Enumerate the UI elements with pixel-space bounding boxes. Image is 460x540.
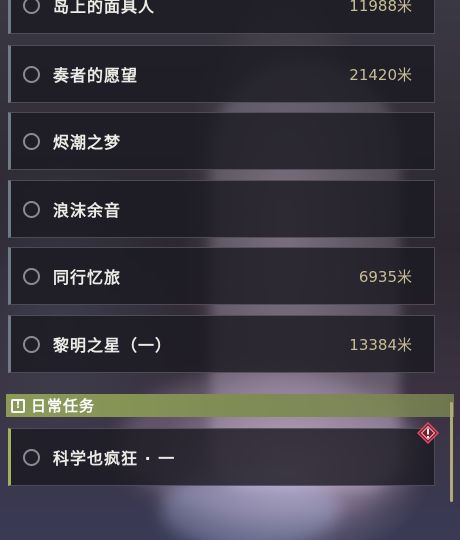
quest-radio[interactable]: [23, 448, 40, 466]
quest-radio[interactable]: [23, 0, 40, 14]
quest-distance: 21420米: [349, 65, 412, 84]
quest-radio[interactable]: [23, 132, 40, 150]
daily-quests-header[interactable]: ! 日常任务: [6, 394, 454, 417]
quest-name: 岛上的面具人: [53, 0, 156, 16]
quest-name: 奏者的愿望: [53, 66, 139, 85]
exclamation-icon: !: [11, 398, 25, 413]
quest-radio[interactable]: [23, 65, 40, 83]
quest-name: 浪沫余音: [53, 201, 122, 220]
quest-radio[interactable]: [23, 200, 40, 218]
quest-radio[interactable]: [23, 335, 40, 353]
quest-name: 科学也疯狂 · 一: [53, 449, 176, 468]
quest-distance: 13384米: [349, 335, 412, 354]
quest-distance: 11988米: [349, 0, 412, 15]
section-title: 日常任务: [31, 397, 96, 415]
quest-item[interactable]: 烬潮之梦: [8, 112, 435, 170]
quest-distance: 6935米: [358, 267, 412, 286]
quest-item[interactable]: 浪沫余音: [8, 180, 435, 238]
quest-item[interactable]: 岛上的面具人 11988米: [8, 0, 435, 34]
quest-item[interactable]: 同行忆旅 6935米: [8, 247, 435, 305]
warning-diamond-icon: [417, 422, 439, 444]
quest-name: 黎明之星（一）: [53, 336, 173, 355]
quest-name: 同行忆旅: [53, 268, 122, 287]
quest-item[interactable]: 奏者的愿望 21420米: [8, 45, 435, 103]
quest-name: 烬潮之梦: [53, 133, 122, 152]
quest-item[interactable]: 黎明之星（一） 13384米: [8, 315, 435, 373]
scrollbar[interactable]: [450, 402, 453, 502]
daily-quest-item[interactable]: 科学也疯狂 · 一: [8, 428, 435, 486]
quest-radio[interactable]: [23, 267, 40, 285]
